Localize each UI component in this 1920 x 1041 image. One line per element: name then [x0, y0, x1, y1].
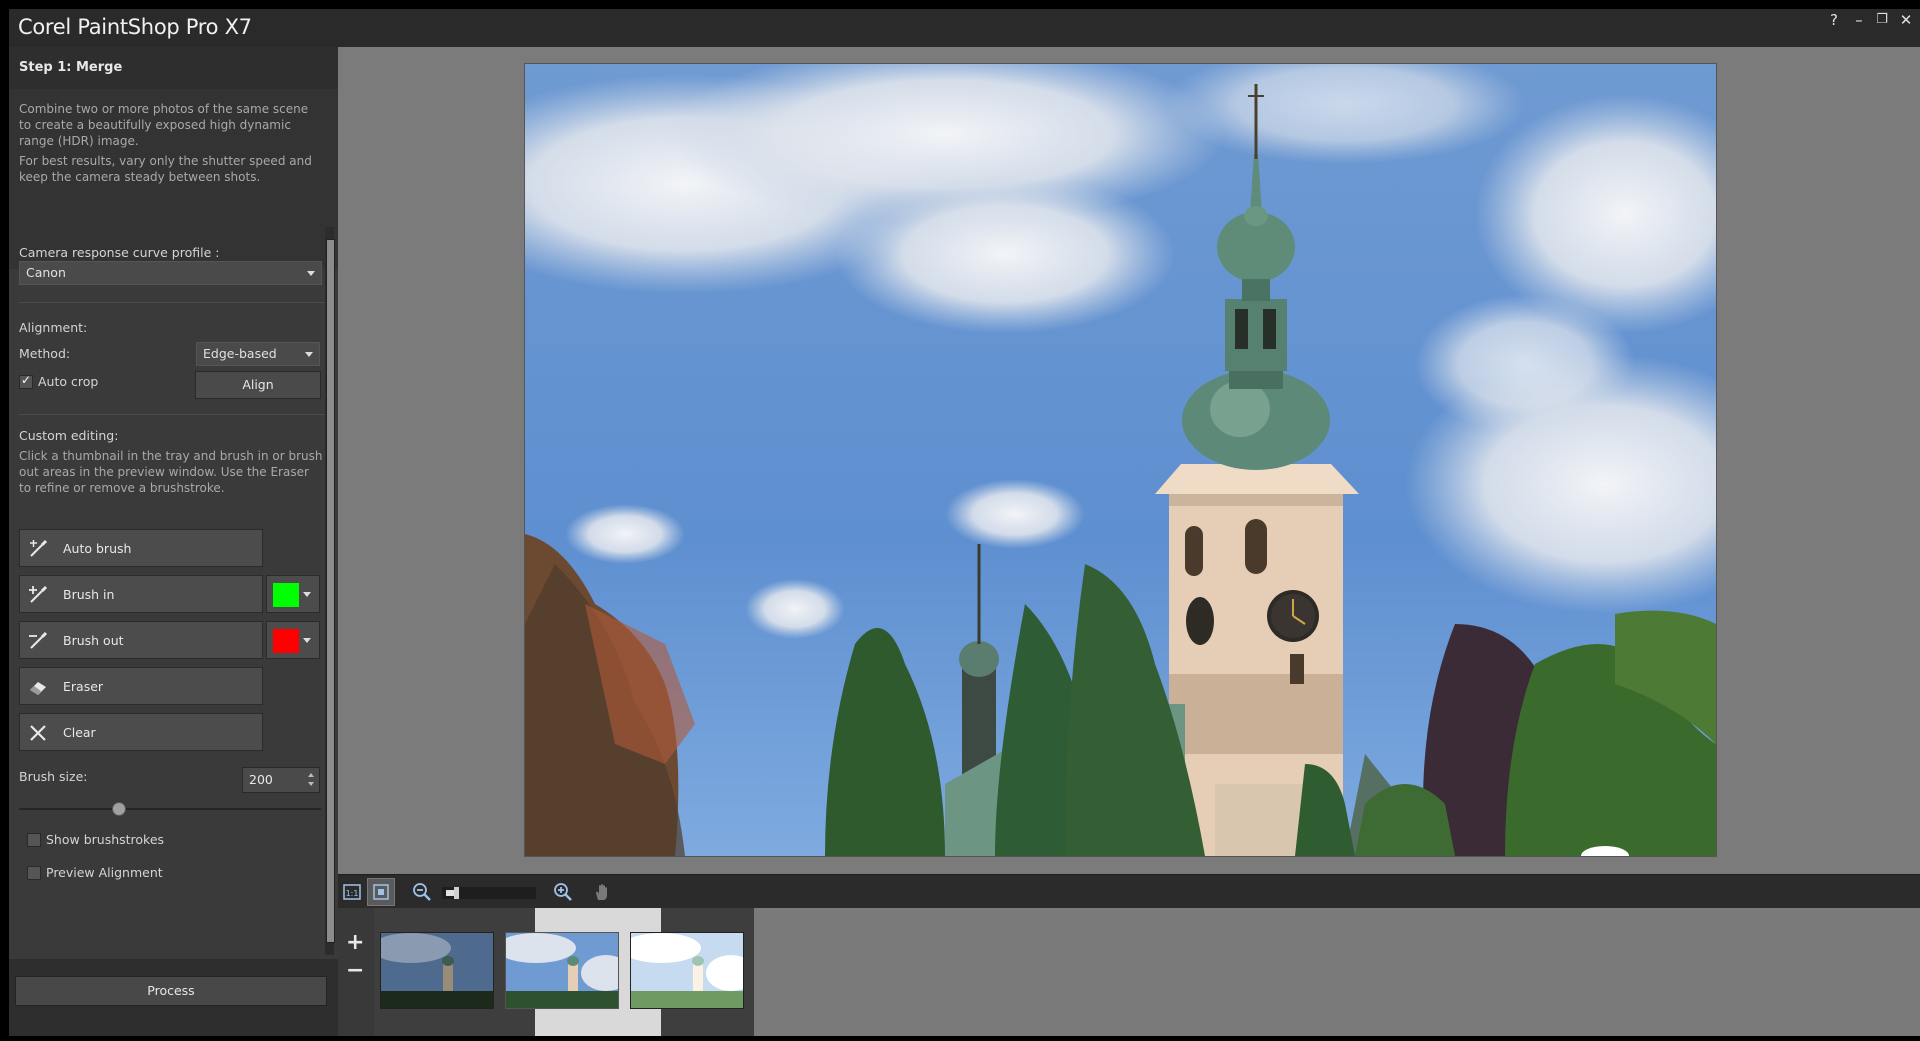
camera-profile-dropdown[interactable]: Canon: [19, 261, 322, 285]
brush-out-color-picker[interactable]: [266, 621, 320, 659]
zoom-slider-fill: [446, 890, 454, 896]
divider: [19, 302, 327, 303]
brush-size-label: Brush size:: [19, 769, 88, 784]
stepper-down-icon[interactable]: [308, 782, 314, 786]
tray-controls: + −: [338, 908, 374, 1036]
method-value: Edge-based: [203, 346, 277, 361]
method-dropdown[interactable]: Edge-based: [196, 342, 320, 366]
fit-window-button[interactable]: [367, 878, 395, 906]
brush-size-slider[interactable]: [19, 808, 321, 810]
preview-image[interactable]: [524, 63, 1717, 857]
preview-alignment-checkbox[interactable]: [27, 866, 41, 880]
brush-size-slider-thumb[interactable]: [112, 802, 126, 816]
preview-toolbar: 1:1: [338, 874, 1920, 909]
auto-brush-button[interactable]: Auto brush: [19, 529, 263, 567]
custom-editing-desc: Click a thumbnail in the tray and brush …: [19, 449, 323, 495]
brush-in-icon: [29, 585, 48, 603]
preview-alignment-label[interactable]: Preview Alignment: [46, 865, 163, 880]
chevron-down-icon: [305, 352, 313, 357]
church-tower-photo: [525, 64, 1716, 856]
add-image-button[interactable]: +: [346, 930, 364, 955]
brush-out-icon: [29, 631, 48, 649]
svg-text:1:1: 1:1: [346, 889, 359, 898]
brush-size-stepper[interactable]: 200: [242, 767, 320, 793]
process-area: Process: [9, 959, 338, 1036]
thumbnail-image: [506, 933, 618, 1008]
brush-in-color-swatch: [273, 583, 299, 607]
eraser-icon: [30, 682, 46, 695]
close-button[interactable]: ✕: [1893, 9, 1919, 31]
step-header: Step 1: Merge: [9, 47, 338, 89]
brush-out-button[interactable]: Brush out: [19, 621, 263, 659]
thumbnail-bright-exposure[interactable]: [630, 932, 744, 1009]
zoom-in-icon[interactable]: [553, 882, 573, 902]
clear-label: Clear: [63, 725, 96, 740]
step-title: Step 1: Merge: [19, 60, 123, 75]
intro-text: Combine two or more photos of the same s…: [19, 102, 309, 148]
intro-section: Combine two or more photos of the same s…: [9, 89, 338, 269]
remove-image-button[interactable]: −: [346, 958, 364, 983]
zoom-out-icon[interactable]: [412, 882, 432, 902]
help-button[interactable]: ?: [1821, 9, 1847, 31]
auto-brush-icon: [30, 539, 48, 557]
chevron-down-icon: [307, 271, 315, 276]
divider: [19, 414, 327, 415]
restore-button[interactable]: ❐: [1869, 9, 1895, 31]
brush-size-value: 200: [249, 772, 273, 787]
checkmark-icon: ✓: [21, 373, 32, 387]
brush-out-label: Brush out: [63, 633, 124, 648]
eraser-label: Eraser: [63, 679, 104, 694]
custom-editing-label: Custom editing:: [19, 428, 119, 443]
app-window: Corel PaintShop Pro X7 ? – ❐ ✕ Step 1: M…: [9, 9, 1920, 1036]
thumbnail-strip: [374, 908, 754, 1036]
hdr-merge-panel: Step 1: Merge Combine two or more photos…: [9, 47, 338, 1036]
brush-in-label: Brush in: [63, 587, 115, 602]
pan-hand-icon[interactable]: [592, 882, 612, 902]
camera-profile-label: Camera response curve profile :: [19, 245, 220, 260]
method-label: Method:: [19, 346, 71, 361]
process-button[interactable]: Process: [15, 976, 327, 1006]
image-tray: + −: [338, 908, 1920, 1036]
zoom-slider-thumb[interactable]: [454, 887, 459, 899]
auto-brush-label: Auto brush: [63, 541, 132, 556]
clear-icon: [30, 725, 46, 741]
clear-button[interactable]: Clear: [19, 713, 263, 751]
thumbnail-normal-exposure[interactable]: [505, 932, 619, 1009]
fit-window-icon: [373, 884, 389, 900]
thumbnail-dark-exposure[interactable]: [380, 932, 494, 1009]
title-bar: Corel PaintShop Pro X7 ? – ❐ ✕: [9, 9, 1920, 48]
align-button[interactable]: Align: [195, 371, 321, 399]
app-title: Corel PaintShop Pro X7: [18, 15, 252, 39]
eraser-button[interactable]: Eraser: [19, 667, 263, 705]
camera-profile-value: Canon: [26, 265, 66, 280]
brush-in-color-picker[interactable]: [266, 575, 320, 613]
thumbnail-image: [631, 933, 743, 1008]
chevron-down-icon: [303, 592, 311, 597]
chevron-down-icon: [303, 638, 311, 643]
zoom-slider[interactable]: [442, 887, 536, 899]
scrollbar-thumb[interactable]: [326, 239, 335, 943]
show-brushstrokes-label[interactable]: Show brushstrokes: [46, 832, 164, 847]
preview-area: [338, 47, 1920, 874]
stepper-up-icon[interactable]: [308, 773, 314, 777]
alignment-label: Alignment:: [19, 320, 88, 335]
thumbnail-image: [381, 933, 493, 1008]
actual-size-icon[interactable]: 1:1: [342, 882, 362, 902]
panel-scrollbar[interactable]: [325, 227, 335, 955]
auto-crop-label[interactable]: Auto crop: [38, 374, 98, 389]
auto-crop-checkbox[interactable]: ✓: [19, 373, 33, 389]
show-brushstrokes-checkbox[interactable]: [27, 833, 41, 847]
tip-text: For best results, vary only the shutter …: [19, 154, 312, 184]
brush-out-color-swatch: [273, 629, 299, 653]
brush-in-button[interactable]: Brush in: [19, 575, 263, 613]
